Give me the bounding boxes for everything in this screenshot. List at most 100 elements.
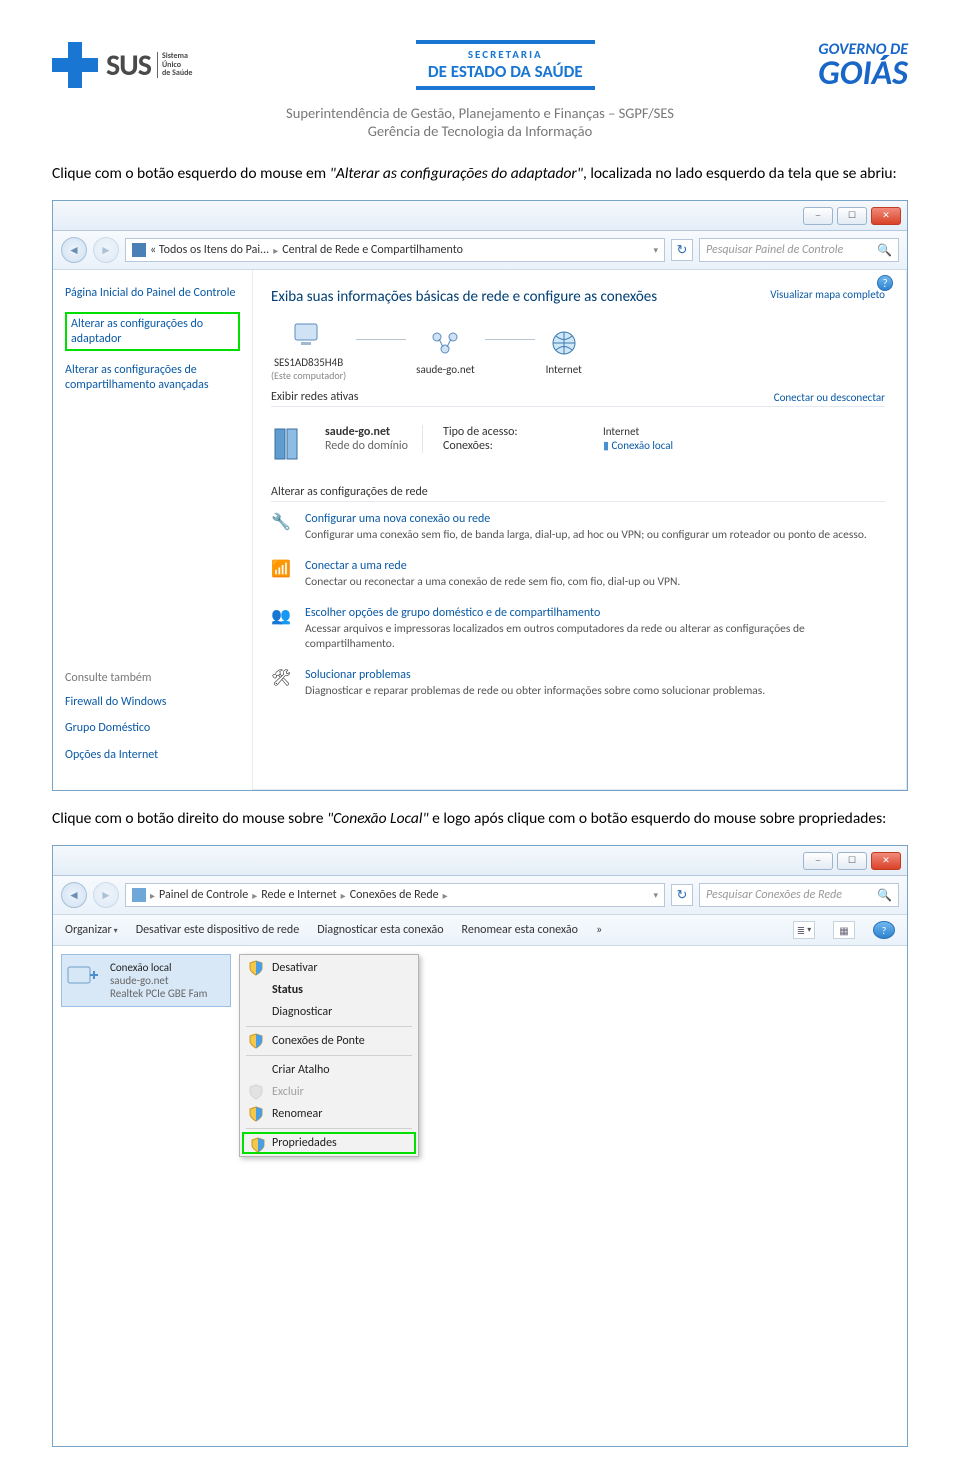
server-icon [271, 425, 311, 463]
menu-properties-highlighted[interactable]: Propriedades [242, 1132, 416, 1154]
instr2-a: Clique com o botão direito do mouse sobr… [52, 809, 327, 828]
toolbar: Organizar▾ Desativar este dispositivo de… [53, 915, 907, 946]
globe-icon [545, 327, 583, 359]
link-local-connection[interactable]: Conexão local [612, 439, 674, 452]
option-new-connection[interactable]: 🔧 Configurar uma nova conexão ou redeCon… [271, 512, 885, 543]
logo-secretaria: SECRETARIA DE ESTADO DA SAÚDE [416, 40, 595, 90]
search-placeholder: Pesquisar Painel de Controle [706, 243, 843, 257]
btn-disable-device[interactable]: Desativar este dispositivo de rede [136, 923, 300, 937]
chevron-down-icon[interactable]: ▾ [653, 890, 658, 901]
opt4-title[interactable]: Solucionar problemas [305, 668, 765, 682]
nav-forward-button[interactable]: ► [93, 237, 119, 263]
active-network-box: saude-go.net Rede do domínio Tipo de ace… [271, 425, 885, 463]
conn-device: Realtek PCIe GBE Fam [110, 987, 207, 1000]
preview-pane-button[interactable]: ▦ [833, 921, 855, 939]
nic-icon: ▮ [603, 439, 609, 452]
breadcrumb[interactable]: ▸ Painel de Controle ▸ Rede e Internet ▸… [125, 883, 665, 907]
instruction-1: Clique com o botão esquerdo do mouse em … [52, 162, 908, 186]
crumb3: Conexões de Rede [350, 888, 439, 902]
chevron-down-icon[interactable]: ▾ [653, 245, 658, 256]
wizard-icon: 🔧 [271, 512, 293, 532]
navbar: ◄ ► ▸ Painel de Controle ▸ Rede e Intern… [53, 876, 907, 915]
menu-bridge[interactable]: Conexões de Ponte [242, 1030, 416, 1052]
sus-subtitle: Sistema Único de Saúde [157, 52, 192, 78]
domain-name: saude-go.net [416, 363, 475, 376]
sec-line1: SECRETARIA [428, 48, 583, 61]
chevron-right-icon: ▸ [150, 889, 155, 902]
subheader-line1: Superintendência de Gestão, Planejamento… [52, 104, 908, 122]
conn-item-local[interactable]: Conexão local saude-go.net Realtek PCIe … [61, 954, 231, 1007]
opt1-title[interactable]: Configurar uma nova conexão ou rede [305, 512, 867, 526]
option-troubleshoot[interactable]: 🛠 Solucionar problemas Diagnosticar e rep… [271, 668, 885, 699]
gov-line2: GOIÁS [818, 59, 908, 90]
option-homegroup-sharing[interactable]: 👥 Escolher opções de grupo doméstico e d… [271, 606, 885, 652]
link-connect-disconnect[interactable]: Conectar ou desconectar [774, 391, 885, 404]
access-type-value: Internet [603, 425, 639, 439]
logo-sus: SUS Sistema Único de Saúde [52, 42, 192, 88]
nav-back-button[interactable]: ◄ [61, 237, 87, 263]
link-adapter-settings-highlighted[interactable]: Alterar as configurações do adaptador [65, 312, 240, 351]
maximize-button[interactable]: ☐ [837, 207, 867, 225]
nav-back-button[interactable]: ◄ [61, 882, 87, 908]
close-button[interactable]: ✕ [871, 207, 901, 225]
view-options-button[interactable]: ≣▾ [793, 921, 815, 939]
link-firewall[interactable]: Firewall do Windows [65, 695, 240, 709]
opt2-title[interactable]: Conectar a uma rede [305, 559, 680, 573]
connections-area: Conexão local saude-go.net Realtek PCIe … [53, 946, 907, 1446]
refresh-button[interactable]: ↻ [671, 239, 693, 261]
btn-rename[interactable]: Renomear esta conexão [462, 923, 578, 937]
instruction-2: Clique com o botão direito do mouse sobr… [52, 807, 908, 831]
minimize-button[interactable]: ─ [803, 852, 833, 870]
search-input[interactable]: Pesquisar Conexões de Rede 🔍 [699, 883, 899, 907]
refresh-button[interactable]: ↻ [671, 884, 693, 906]
section-change-settings: Alterar as configurações de rede [271, 485, 885, 502]
link-view-full-map[interactable]: Visualizar mapa completo [770, 288, 885, 301]
main-panel: Visualizar mapa completo Exiba suas info… [253, 270, 907, 790]
option-connect-network[interactable]: 📶 Conectar a uma redeConectar ou reconec… [271, 559, 885, 590]
search-input[interactable]: Pesquisar Painel de Controle 🔍 [699, 238, 899, 262]
minimize-button[interactable]: ─ [803, 207, 833, 225]
link-control-panel-home[interactable]: Página Inicial do Painel de Controle [65, 286, 240, 300]
btn-diagnose[interactable]: Diagnosticar esta conexão [317, 923, 443, 937]
close-button[interactable]: ✕ [871, 852, 901, 870]
menu-status[interactable]: Status [242, 979, 416, 1001]
node-domain: saude-go.net [416, 327, 475, 376]
opt3-title[interactable]: Escolher opções de grupo doméstico e de … [305, 606, 885, 620]
control-panel-icon [132, 243, 146, 257]
link-homegroup[interactable]: Grupo Doméstico [65, 721, 240, 735]
connections-label: Conexões: [443, 439, 543, 453]
instr2-b: "Conexão Local" [327, 809, 429, 828]
chevron-right-icon: ▸ [252, 889, 257, 902]
menu-rename[interactable]: Renomear [242, 1103, 416, 1125]
troubleshoot-icon: 🛠 [271, 668, 293, 688]
menu-disable[interactable]: Desativar [242, 957, 416, 979]
search-icon: 🔍 [877, 888, 892, 903]
maximize-button[interactable]: ☐ [837, 852, 867, 870]
menu-separator [246, 1026, 412, 1027]
titlebar: ─ ☐ ✕ [53, 201, 907, 231]
nav-forward-button[interactable]: ► [93, 882, 119, 908]
opt4-desc: Diagnosticar e reparar problemas de rede… [305, 684, 765, 699]
sus-cross-icon [52, 42, 98, 88]
menu-status-label: Status [272, 983, 303, 997]
btn-more[interactable]: » [596, 923, 602, 937]
network-folder-icon [132, 888, 146, 902]
link-internet-options[interactable]: Opções da Internet [65, 748, 240, 762]
link-adapter-settings[interactable]: Alterar as configurações do adaptador [71, 317, 234, 346]
crumb-pre: « Todos os Itens do Pai... [150, 243, 269, 257]
link-sharing-settings[interactable]: Alterar as configurações de compartilham… [65, 363, 240, 392]
menu-diagnose[interactable]: Diagnosticar [242, 1001, 416, 1023]
side-panel: Página Inicial do Painel de Controle Alt… [53, 270, 253, 790]
header-logos: SUS Sistema Único de Saúde SECRETARIA DE… [52, 40, 908, 90]
breadcrumb[interactable]: « Todos os Itens do Pai... ▸ Central de … [125, 238, 665, 262]
search-icon: 🔍 [877, 243, 892, 258]
crumb-current: Central de Rede e Compartilhamento [282, 243, 463, 257]
menu-properties-label: Propriedades [272, 1136, 337, 1150]
menu-shortcut[interactable]: Criar Atalho [242, 1059, 416, 1081]
btn-organize[interactable]: Organizar▾ [65, 923, 118, 937]
help-button[interactable]: ? [873, 921, 895, 939]
internet-label: Internet [545, 363, 583, 376]
opt3-desc: Acessar arquivos e impressoras localizad… [305, 622, 885, 652]
conn-name: Conexão local [110, 961, 207, 974]
chevron-right-icon: ▸ [443, 889, 448, 902]
